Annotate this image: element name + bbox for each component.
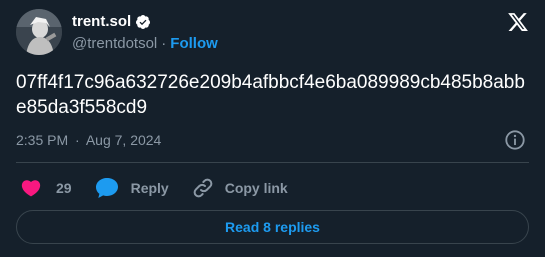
- embedded-tweet-card: trent.sol @trentdotsol · Follow 07ff4f17…: [0, 0, 545, 257]
- author-handle-row: @trentdotsol · Follow: [72, 35, 218, 52]
- tweet-date: Aug 7, 2024: [85, 132, 162, 148]
- tweet-timestamp[interactable]: 2:35 PM · Aug 7, 2024: [16, 132, 161, 148]
- info-icon[interactable]: [504, 129, 526, 151]
- like-button[interactable]: 29: [20, 177, 72, 199]
- avatar-image: [16, 9, 62, 55]
- speech-bubble-icon: [95, 178, 118, 198]
- action-bar: 29 Reply Copy link: [20, 174, 288, 202]
- tweet-text: 07ff4f17c96a632726e209b4afbbcf4e6ba08998…: [16, 72, 525, 118]
- link-icon: [193, 178, 213, 198]
- divider: [16, 162, 529, 163]
- x-logo-icon[interactable]: [507, 11, 529, 33]
- handle-separator: ·: [161, 35, 167, 52]
- timestamp-separator: ·: [75, 132, 80, 148]
- tweet-time: 2:35 PM: [16, 132, 69, 148]
- copy-link-label: Copy link: [224, 180, 288, 196]
- heart-icon: [21, 180, 41, 197]
- reply-button[interactable]: Reply: [94, 177, 169, 199]
- author-name-row: trent.sol: [72, 13, 151, 30]
- follow-button[interactable]: Follow: [170, 35, 218, 52]
- author-handle[interactable]: @trentdotsol: [72, 35, 157, 52]
- avatar[interactable]: [16, 9, 62, 55]
- reply-label: Reply: [130, 180, 169, 196]
- verified-badge-icon: [136, 14, 151, 29]
- author-display-name[interactable]: trent.sol: [72, 13, 131, 30]
- read-replies-button[interactable]: Read 8 replies: [16, 210, 529, 244]
- copy-link-button[interactable]: Copy link: [191, 176, 288, 200]
- like-count: 29: [56, 180, 72, 196]
